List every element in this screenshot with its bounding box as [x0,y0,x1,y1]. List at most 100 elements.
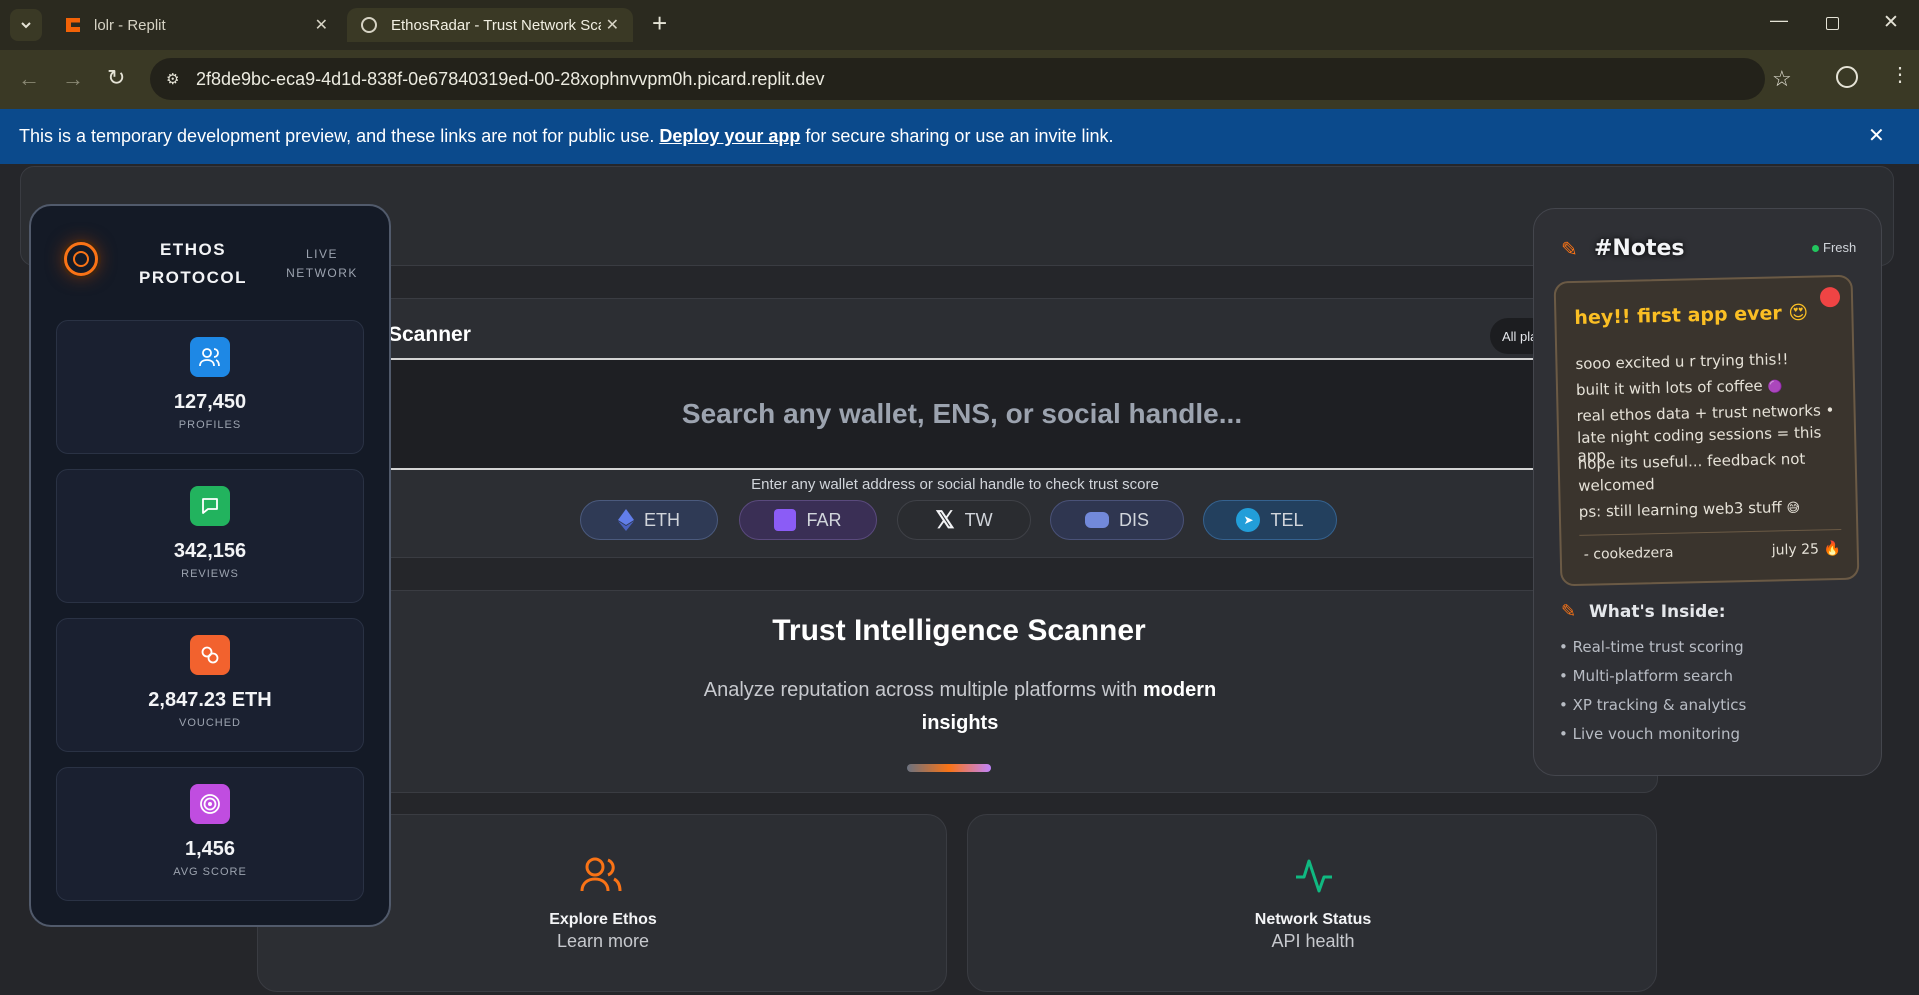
brand-line-2: PROTOCOL [138,268,248,287]
users-icon [580,857,622,892]
note-card: hey!! first app ever 😍 sooo excited u r … [1553,274,1860,587]
note-date-text: july 25 [1771,541,1820,559]
hero-subtitle-text: Analyze reputation across multiple platf… [703,679,1138,701]
hero-subtitle-bold2: insights [921,712,999,734]
note-line: hope its useful... feedback not [1577,449,1806,473]
restore-button[interactable] [1826,17,1839,30]
link-icon [190,635,230,675]
brand-line-1: ETHOS [159,240,227,259]
stat-value: 342,156 [173,540,247,562]
users-icon [190,337,230,377]
search-box[interactable]: Search any wallet, ENS, or social handle… [390,358,1534,470]
feature-item: • Multi-platform search [1559,667,1734,685]
stat-value: 127,450 [173,391,247,413]
brand-name: ETHOS PROTOCOL [120,236,266,292]
red-pin-icon [1819,286,1841,308]
chip-label: ETH [644,509,680,530]
live-line-2: NETWORK [286,266,358,280]
address-bar[interactable]: ⚙ 2f8de9bc-eca9-4d1d-838f-0e67840319ed-0… [150,58,1792,100]
note-line: real ethos data + trust networks • [1576,401,1835,425]
activity-icon [1296,859,1332,893]
fire-icon: 🔥 [1823,540,1841,558]
chip-eth[interactable]: ETH [580,500,718,540]
close-tab-icon[interactable]: ✕ [315,15,328,35]
feature-item: • Live vouch monitoring [1559,725,1740,743]
profile-icon[interactable] [1836,66,1858,88]
minimize-button[interactable]: — [1770,10,1788,31]
note-line: welcomed [1578,475,1655,495]
live-network-label: LIVE NETWORK [282,245,362,283]
stat-value: 2,847.23 ETH [148,689,272,711]
live-line-1: LIVE [305,247,338,261]
pencil-icon: ✎ [1561,601,1577,621]
grin-icon: 😅 [1786,500,1801,517]
stat-label: REVIEWS [181,568,239,580]
stat-label: VOUCHED [178,717,241,729]
banner-text: This is a temporary development preview,… [19,126,655,146]
chip-tw[interactable]: 𝕏 TW [897,500,1031,540]
site-info-icon[interactable]: ⚙ [166,70,179,88]
note-heading: hey!! first app ever 😍 [1574,302,1808,329]
coffee-icon: 🟣 [1767,379,1783,394]
discord-icon [1084,512,1109,528]
chip-dis[interactable]: DIS [1050,500,1184,540]
browser-tabstrip: lolr - Replit ✕ EthosRadar - Trust Netwo… [0,0,1919,50]
card-title: Network Status [1254,911,1372,928]
message-icon [190,486,230,526]
card-subtitle: Learn more [556,931,650,951]
stat-value: 1,456 [184,838,236,860]
note-line-text: built it with lots of coffee [1575,376,1763,399]
ethos-logo-icon [64,242,98,276]
browser-toolbar: ← → ↻ ⚙ 2f8de9bc-eca9-4d1d-838f-0e678403… [0,50,1919,109]
deploy-app-link[interactable]: Deploy your app [659,126,800,147]
close-banner-icon[interactable]: ✕ [1868,123,1885,148]
bookmark-star-icon[interactable]: ☆ [1772,66,1792,92]
heart-eyes-icon: 😍 [1788,301,1809,325]
banner-text-end: for secure sharing or use an invite link… [805,126,1114,146]
target-icon [190,784,230,824]
ethos-logo-ring [73,251,89,267]
url-text: 2f8de9bc-eca9-4d1d-838f-0e67840319ed-00-… [196,68,825,89]
chip-far[interactable]: FAR [739,500,877,540]
ethereum-icon [618,509,634,531]
tab-title: lolr - Replit [94,16,166,34]
note-line: sooo excited u r trying this!! [1575,350,1789,373]
close-tab-icon[interactable]: ✕ [606,15,619,35]
replit-favicon-icon [66,18,80,32]
pencil-icon: ✎ [1561,239,1578,261]
hero-subtitle-bold: modern [1142,679,1217,701]
fresh-status: Fresh [1823,240,1857,255]
note-heading-text: hey!! first app ever [1574,302,1782,329]
tab-ethosradar[interactable]: EthosRadar - Trust Network Sca ✕ [347,8,633,42]
chip-label: FAR [806,509,842,530]
note-line-text: ps: still learning web3 stuff [1578,498,1782,521]
note-line: built it with lots of coffee 🟣 [1576,376,1783,399]
note-divider [1579,528,1842,536]
close-window-button[interactable]: ✕ [1883,11,1899,34]
reload-button[interactable]: ↻ [107,65,125,91]
feature-item: • Real-time trust scoring [1559,638,1744,656]
back-button[interactable]: ← [18,66,40,92]
stat-card-vouched: 2,847.23 ETH VOUCHED [56,618,364,752]
fresh-status-dot [1812,245,1819,252]
telegram-icon: ➤ [1236,508,1261,532]
note-line: ps: still learning web3 stuff 😅 [1579,498,1801,521]
dev-preview-banner: This is a temporary development preview,… [0,109,1919,164]
tab-search-button[interactable] [10,9,42,41]
note-date: july 25 🔥 [1772,541,1841,559]
forward-button[interactable]: → [62,66,84,92]
menu-kebab-icon[interactable]: ⋮ [1890,62,1910,87]
stat-card-avg-score: 1,456 AVG SCORE [56,767,364,901]
notes-title: #Notes [1594,236,1685,261]
card-subtitle: API health [1271,931,1355,951]
new-tab-button[interactable]: + [652,8,667,39]
scanner-title: Scanner [388,323,471,346]
hero-subtitle: Analyze reputation across multiple platf… [680,674,1240,740]
inside-title: What's Inside: [1589,602,1726,622]
chevron-down-icon [21,22,31,29]
network-status-card[interactable]: Network Status API health [967,814,1657,992]
tab-title: EthosRadar - Trust Network Sca [391,16,601,34]
tab-lolr[interactable]: lolr - Replit ✕ [52,8,342,42]
x-icon: 𝕏 [935,506,955,534]
chip-tel[interactable]: ➤ TEL [1203,500,1337,540]
